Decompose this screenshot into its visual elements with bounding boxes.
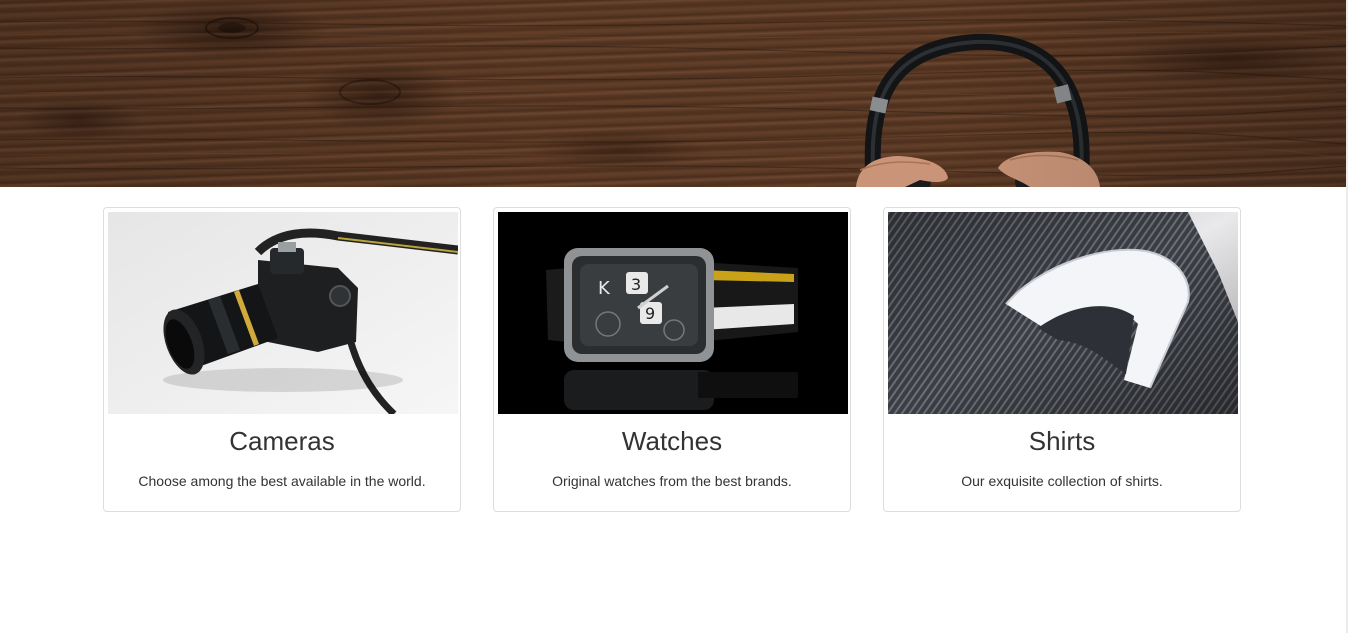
- shirt-image[interactable]: [888, 212, 1238, 414]
- category-card-watches[interactable]: K 3 9 Watches Original watches from the …: [493, 207, 851, 512]
- svg-text:9: 9: [645, 304, 655, 323]
- card-description: Original watches from the best brands.: [552, 473, 792, 489]
- card-description: Our exquisite collection of shirts.: [961, 473, 1163, 489]
- watch-image[interactable]: K 3 9: [498, 212, 848, 414]
- card-title[interactable]: Cameras: [104, 426, 460, 456]
- page: Cameras Choose among the best available …: [0, 0, 1348, 633]
- card-title[interactable]: Watches: [494, 426, 850, 456]
- svg-text:3: 3: [631, 275, 641, 294]
- svg-text:K: K: [598, 278, 611, 299]
- category-card-shirts[interactable]: Shirts Our exquisite collection of shirt…: [883, 207, 1241, 512]
- headphones-image: [0, 17, 1346, 187]
- camera-image[interactable]: [108, 212, 458, 414]
- card-title[interactable]: Shirts: [884, 426, 1240, 456]
- card-description: Choose among the best available in the w…: [138, 473, 426, 489]
- hero-banner: [0, 0, 1346, 187]
- category-card-cameras[interactable]: Cameras Choose among the best available …: [103, 207, 461, 512]
